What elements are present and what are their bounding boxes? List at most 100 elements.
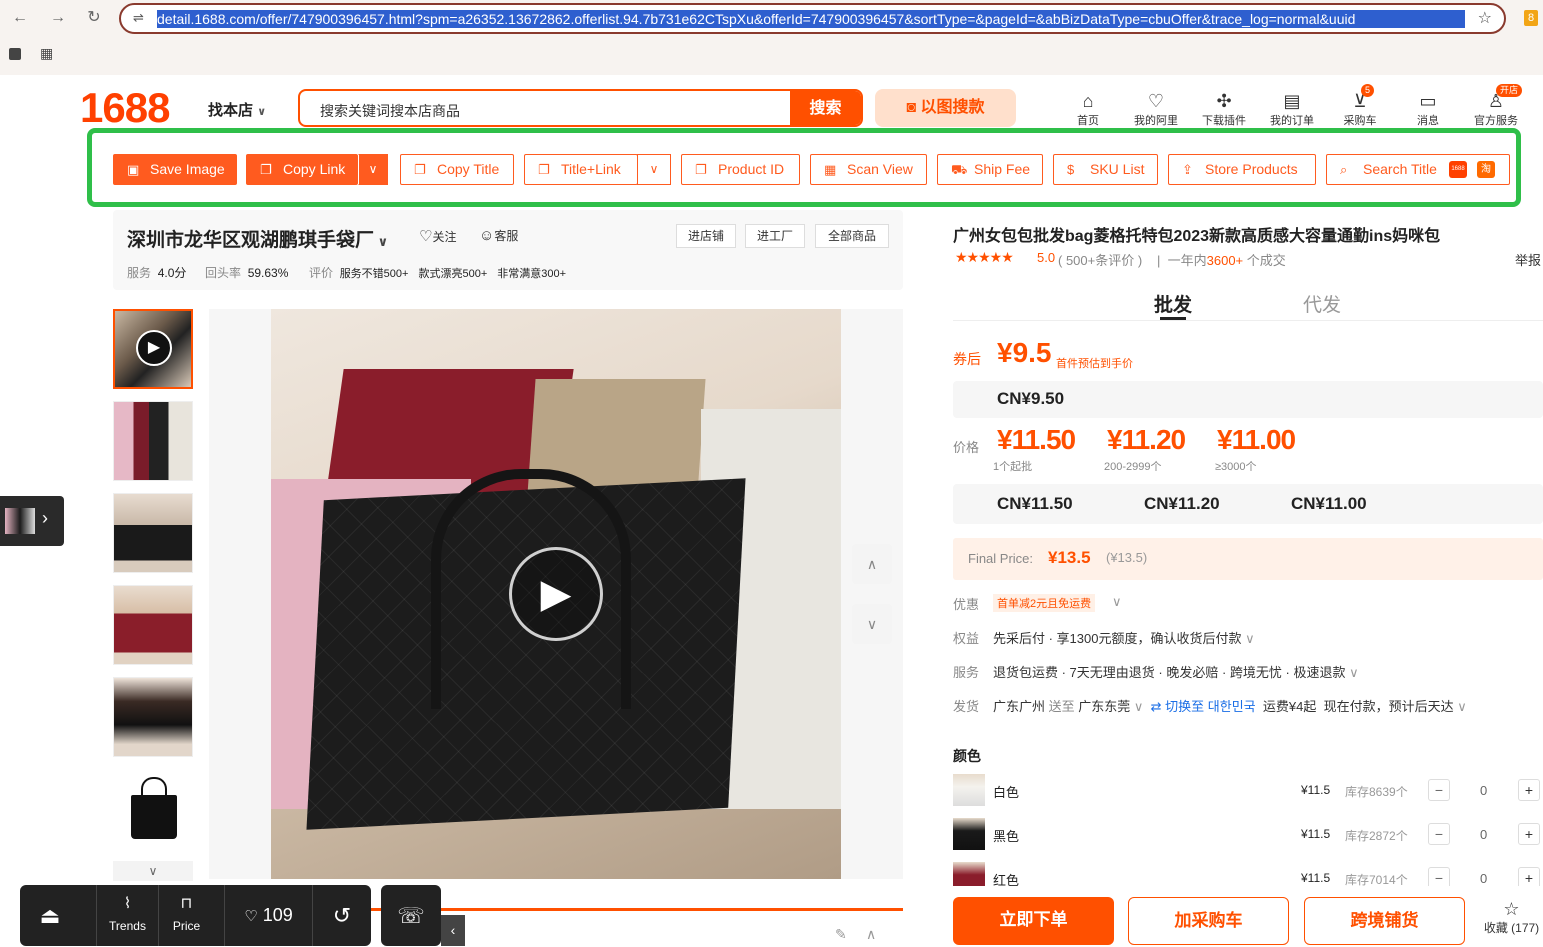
like-button[interactable]: ♡ 109 [224, 885, 312, 946]
tier-range: 200-2999个 [1104, 461, 1162, 473]
nav-cart[interactable]: ⊻ 采购车 [1330, 90, 1390, 128]
save-image-button[interactable]: ▣ Save Image [113, 154, 237, 185]
extension-icon[interactable]: 8 [1524, 10, 1538, 26]
rights-value[interactable]: 先采后付 · 享1300元额度，确认收货后付款 ∨ [993, 628, 1255, 647]
site-info-icon[interactable]: ⇌ [133, 10, 144, 26]
thumbnail-scroll-down[interactable]: ∨ [113, 861, 193, 881]
history-button[interactable]: ↺ [312, 885, 371, 946]
badge-taobao[interactable]: 淘 [1477, 161, 1495, 178]
all-products-button[interactable]: 全部商品 [815, 224, 889, 248]
qty-decrease-button[interactable]: − [1428, 779, 1450, 801]
follow-button[interactable]: ♡关注 [419, 227, 456, 245]
sku-thumbnail[interactable] [953, 818, 985, 850]
site-logo[interactable]: 1688 [80, 84, 170, 132]
bookmark-icon[interactable] [9, 48, 21, 60]
star-icon[interactable]: ☆ [1478, 8, 1492, 28]
thumbnail-image[interactable] [113, 401, 193, 481]
qty-increase-button[interactable]: + [1518, 823, 1540, 845]
tab-wholesale[interactable]: 批发 [1154, 290, 1192, 317]
promo-label: 优惠 [953, 597, 980, 612]
gallery-prev-button[interactable]: ∧ [852, 544, 892, 584]
shop-finder-dropdown[interactable]: 找本店 ∨ [208, 99, 266, 120]
nav-my-alibaba[interactable]: ♡ 我的阿里 [1126, 90, 1186, 128]
sku-thumbnail[interactable] [953, 862, 985, 886]
qty-increase-button[interactable]: + [1518, 867, 1540, 886]
shop-name[interactable]: 深圳市龙华区观湖鹏琪手袋厂 ∨ [127, 225, 388, 252]
badge-1688[interactable]: 1688 [1449, 161, 1467, 178]
chevron-down-icon[interactable]: ∨ [1457, 699, 1467, 714]
report-link[interactable]: 举报 [1515, 250, 1541, 269]
copy-link-button[interactable]: ❐ Copy Link [246, 154, 358, 185]
nav-label: 官方服务 [1474, 115, 1518, 127]
customer-service-button[interactable]: ☺客服 [479, 227, 518, 244]
chevron-up-icon[interactable]: ∧ [866, 926, 876, 943]
qty-decrease-button[interactable]: − [1428, 823, 1450, 845]
store-products-button[interactable]: ⇪ Store Products [1168, 154, 1316, 185]
qty-input[interactable]: 0 [1480, 783, 1487, 798]
forward-icon[interactable]: → [48, 8, 68, 28]
chevron-down-icon: ∨ [866, 616, 878, 632]
nav-my-orders[interactable]: ▤ 我的订单 [1262, 90, 1322, 128]
thumbnail-video[interactable]: ▶ [113, 309, 193, 389]
shop-finder-label: 找本店 [208, 102, 254, 119]
title-link-dropdown[interactable]: ∨ [637, 154, 671, 185]
ship-fee-button[interactable]: ⛟ Ship Fee [937, 154, 1043, 185]
qty-decrease-button[interactable]: − [1428, 867, 1450, 886]
save-image-label: Save Image [150, 161, 225, 177]
nav-messages[interactable]: ▭ 消息 [1398, 90, 1458, 128]
price-button[interactable]: ⊓ Price [158, 885, 214, 946]
side-expand-tab[interactable]: › [0, 496, 64, 546]
review-count[interactable]: ( 500+条评价 ) [1058, 250, 1142, 269]
thumbnail-image[interactable] [113, 769, 193, 849]
sku-row: 红色 ¥11.5 库存7014个 − 0 + [953, 862, 1543, 886]
enter-factory-button[interactable]: 进工厂 [745, 224, 805, 248]
thumbnail-image[interactable] [113, 493, 193, 573]
switch-destination-link[interactable]: ⇄ 切换至 대한민국 [1151, 699, 1256, 714]
add-to-cart-button[interactable]: 加采购车 [1128, 897, 1289, 945]
search-title-button[interactable]: ⌕ Search Title 1688 淘 [1326, 154, 1510, 185]
chevron-down-icon[interactable]: ∨ [1112, 594, 1122, 610]
qty-increase-button[interactable]: + [1518, 779, 1540, 801]
chevron-up-icon: ∧ [866, 556, 878, 572]
main-product-image[interactable]: ▶ [271, 309, 841, 879]
nav-home[interactable]: ⌂ 首页 [1058, 90, 1118, 128]
search-input[interactable]: 搜索关键词搜本店商品 [320, 101, 460, 121]
address-bar[interactable]: ⇌ detail.1688.com/offer/747900396457.htm… [119, 3, 1506, 34]
thumbnail-image[interactable] [113, 585, 193, 665]
enter-store-button[interactable]: 进店铺 [676, 224, 736, 248]
trends-button[interactable]: ⌇ Trends [96, 885, 158, 946]
collapse-button[interactable]: ‹ [441, 915, 465, 946]
qty-input[interactable]: 0 [1480, 827, 1487, 842]
chevron-down-icon[interactable]: ∨ [1134, 699, 1144, 714]
search-button[interactable]: 搜索 [790, 91, 861, 125]
thumbnail-image[interactable] [113, 677, 193, 757]
favorite-button[interactable]: ☆ 收藏 (177) [1480, 899, 1543, 936]
reload-icon[interactable]: ↻ [84, 8, 104, 28]
promo-tag[interactable]: 首单减2元且免运费 [993, 594, 1096, 612]
image-search-button[interactable]: ◙ 以图搜款 [875, 89, 1016, 127]
product-id-button[interactable]: ❐ Product ID [681, 154, 800, 185]
qty-input[interactable]: 0 [1480, 871, 1487, 886]
sku-list-button[interactable]: $ SKU List [1053, 154, 1158, 185]
service-value[interactable]: 退货包运费 · 7天无理由退货 · 晚发必赔 · 跨境无忧 · 极速退款 ∨ [993, 662, 1359, 681]
final-price-box: Final Price: ¥13.5 (¥13.5) [953, 538, 1543, 580]
apps-grid-icon[interactable]: ▦ [40, 45, 53, 62]
back-icon[interactable]: ← [10, 8, 30, 28]
chat-button[interactable]: ☏ [381, 885, 441, 946]
scan-view-button[interactable]: ▦ Scan View [810, 154, 927, 185]
title-link-button[interactable]: ❐ Title+Link [524, 154, 638, 185]
sku-thumbnail[interactable] [953, 774, 985, 806]
eject-button[interactable]: ⏏ [20, 885, 80, 946]
play-icon[interactable]: ▶ [509, 547, 603, 641]
buy-now-button[interactable]: 立即下单 [953, 897, 1114, 945]
coupon-note: 首件预估到手价 [1056, 358, 1133, 370]
copy-title-button[interactable]: ❐ Copy Title [400, 154, 514, 185]
gallery-next-button[interactable]: ∨ [852, 604, 892, 644]
edit-icon[interactable]: ✎ [835, 926, 847, 943]
ship-to-select[interactable]: 广东东莞 [1078, 699, 1130, 714]
tab-dropship[interactable]: 代发 [1303, 290, 1341, 317]
final-price-paren: (¥13.5) [1106, 550, 1148, 565]
nav-download-plugin[interactable]: ✣ 下载插件 [1194, 90, 1254, 128]
cross-border-button[interactable]: 跨境铺货 [1304, 897, 1465, 945]
copy-link-dropdown[interactable]: ∨ [358, 154, 388, 185]
